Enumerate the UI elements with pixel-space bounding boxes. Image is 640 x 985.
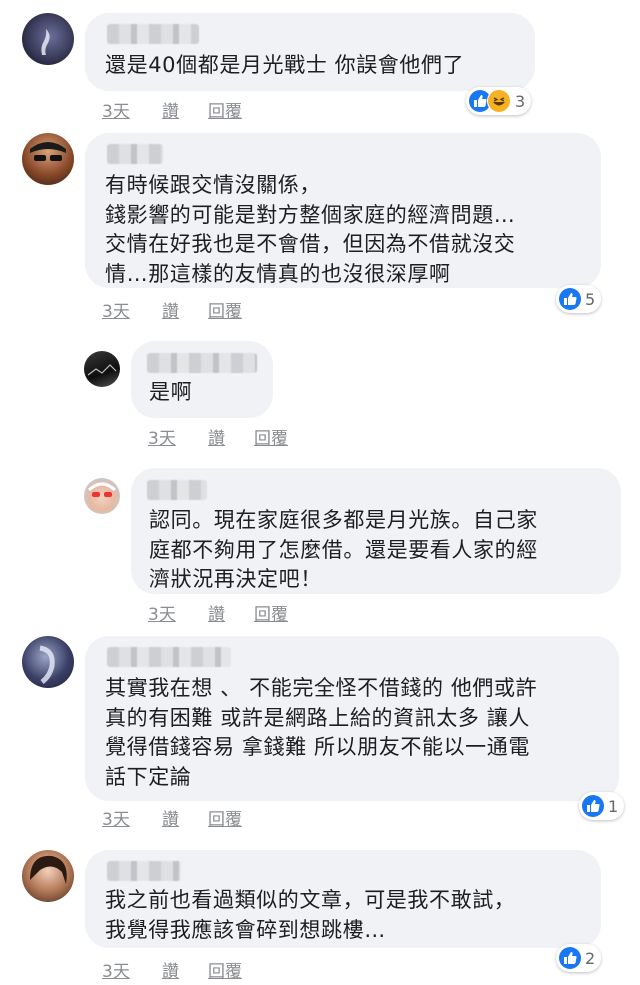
avatar[interactable] bbox=[22, 850, 74, 902]
timestamp-link[interactable]: 3天 bbox=[102, 957, 130, 982]
reply-bubble: 認同。現在家庭很多都是月光族。自己家 庭都不夠用了怎麼借。還是要看人家的經 濟狀… bbox=[131, 468, 621, 594]
reply-link[interactable]: 回覆 bbox=[208, 297, 242, 322]
like-icon bbox=[559, 288, 581, 310]
comment-bubble: 其實我在想 、 不能完全怪不借錢的 他們或許 真的有困難 或許是網路上給的資訊太… bbox=[85, 636, 619, 801]
like-link[interactable]: 讚 bbox=[208, 600, 225, 625]
avatar[interactable] bbox=[22, 13, 74, 65]
reply-link[interactable]: 回覆 bbox=[208, 805, 242, 830]
author-name[interactable] bbox=[147, 480, 207, 500]
timestamp-link[interactable]: 3天 bbox=[102, 805, 130, 830]
like-icon bbox=[582, 795, 604, 817]
author-name[interactable] bbox=[107, 24, 199, 44]
haha-icon bbox=[487, 89, 511, 113]
author-name[interactable] bbox=[147, 353, 257, 373]
like-link[interactable]: 讚 bbox=[162, 805, 179, 830]
comment-bubble: 有時候跟交情沒關係， 錢影響的可能是對方整個家庭的經濟問題… 交情在好我也是不會… bbox=[85, 133, 601, 288]
timestamp-link[interactable]: 3天 bbox=[148, 424, 176, 449]
reaction-summary[interactable]: 1 bbox=[579, 792, 625, 820]
comment-text: 其實我在想 、 不能完全怪不借錢的 他們或許 真的有困難 或許是網路上給的資訊太… bbox=[105, 676, 538, 789]
reply-bubble: 是啊 bbox=[131, 341, 273, 418]
reply-link[interactable]: 回覆 bbox=[208, 957, 242, 982]
comment-text: 我之前也看過類似的文章，可是我不敢試， 我覺得我應該會碎到想跳樓… bbox=[105, 888, 516, 942]
reaction-summary[interactable]: 2 bbox=[556, 944, 602, 972]
author-name[interactable] bbox=[107, 647, 231, 667]
comment-text: 還是40個都是月光戰士 你誤會他們了 bbox=[105, 53, 465, 77]
timestamp-link[interactable]: 3天 bbox=[102, 297, 130, 322]
reaction-count: 1 bbox=[608, 796, 619, 816]
timestamp-link[interactable]: 3天 bbox=[102, 97, 130, 122]
reply-link[interactable]: 回覆 bbox=[208, 97, 242, 122]
reaction-summary[interactable]: 3 bbox=[466, 87, 532, 115]
comment-text: 是啊 bbox=[149, 380, 193, 404]
reaction-summary[interactable]: 5 bbox=[556, 285, 602, 313]
like-link[interactable]: 讚 bbox=[162, 297, 179, 322]
avatar[interactable] bbox=[22, 636, 74, 688]
avatar[interactable] bbox=[84, 478, 120, 514]
like-link[interactable]: 讚 bbox=[208, 424, 225, 449]
timestamp-link[interactable]: 3天 bbox=[148, 600, 176, 625]
avatar[interactable] bbox=[84, 351, 120, 387]
reaction-count: 2 bbox=[585, 948, 596, 968]
comment-text: 有時候跟交情沒關係， 錢影響的可能是對方整個家庭的經濟問題… 交情在好我也是不會… bbox=[105, 173, 516, 286]
like-icon bbox=[559, 947, 581, 969]
reply-link[interactable]: 回覆 bbox=[254, 424, 288, 449]
reply-link[interactable]: 回覆 bbox=[254, 600, 288, 625]
reaction-count: 5 bbox=[585, 289, 596, 309]
comment-bubble: 我之前也看過類似的文章，可是我不敢試， 我覺得我應該會碎到想跳樓… bbox=[85, 850, 601, 948]
like-link[interactable]: 讚 bbox=[162, 957, 179, 982]
like-link[interactable]: 讚 bbox=[162, 97, 179, 122]
avatar[interactable] bbox=[22, 133, 74, 185]
author-name[interactable] bbox=[107, 861, 181, 881]
author-name[interactable] bbox=[107, 144, 163, 164]
comment-text: 認同。現在家庭很多都是月光族。自己家 庭都不夠用了怎麼借。還是要看人家的經 濟狀… bbox=[149, 508, 538, 591]
reaction-count: 3 bbox=[515, 91, 526, 111]
comment-bubble: 還是40個都是月光戰士 你誤會他們了 bbox=[85, 13, 535, 91]
